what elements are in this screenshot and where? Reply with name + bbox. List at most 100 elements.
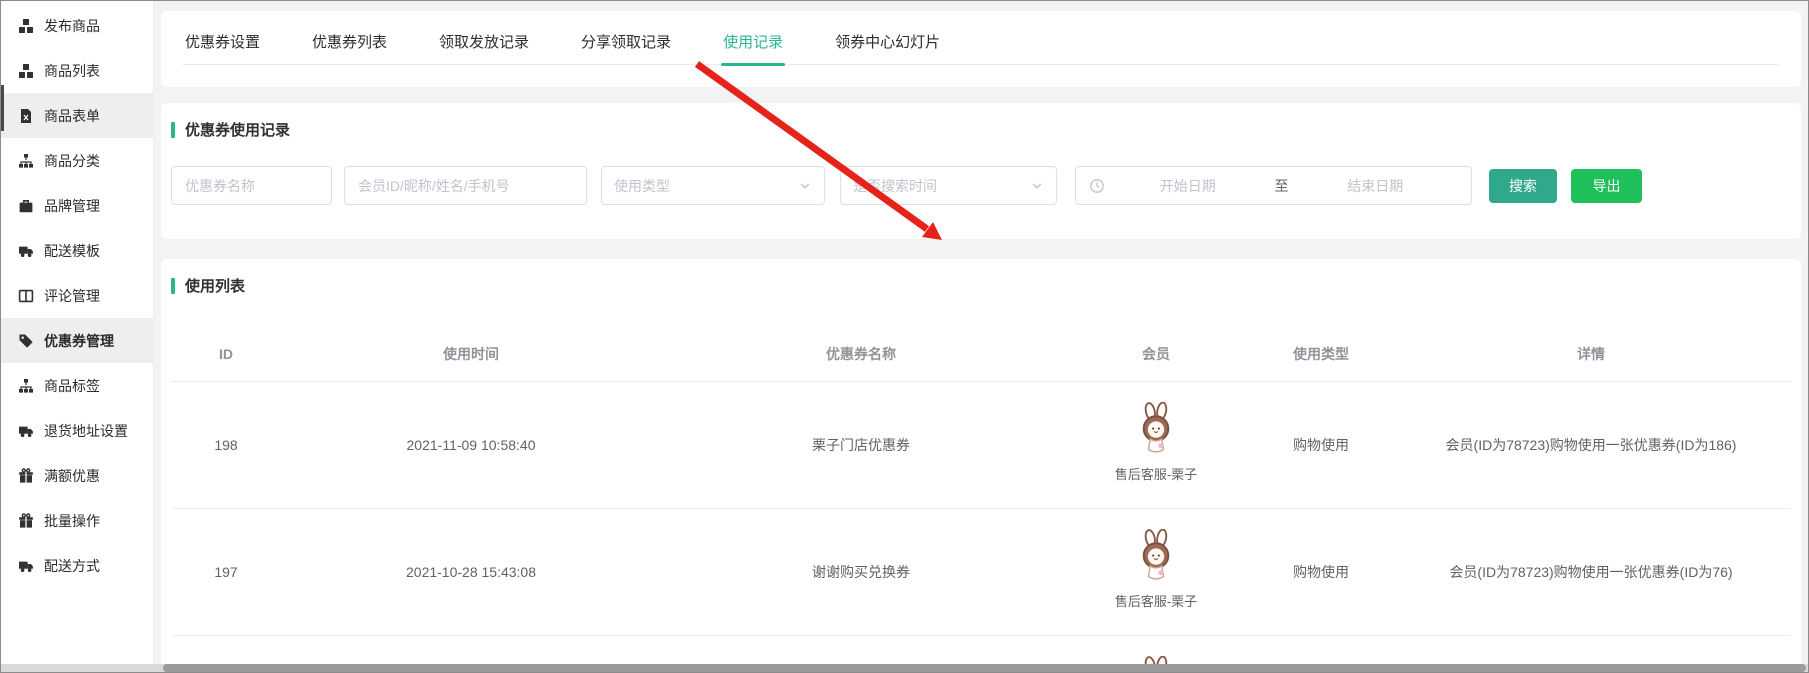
tab-3[interactable]: 分享领取记录 [579, 17, 673, 64]
column-header: 优惠券名称 [661, 326, 1061, 382]
sidebar-item-10[interactable]: 满额优惠 [1, 453, 153, 498]
rabbit-avatar [1134, 402, 1178, 459]
tab-1[interactable]: 优惠券列表 [310, 17, 389, 64]
cell-detail: 会员(ID为78723)购物使用一张优惠券(ID为76) [1391, 509, 1791, 636]
main-content: 优惠券设置 优惠券列表 领取发放记录 分享领取记录 使用记录 领券中心幻灯片 优惠券使用记… [154, 1, 1809, 672]
columns-icon [18, 288, 34, 304]
list-card: 使用列表 ID使用时间优惠券名称会员使用类型详情 1982021-11-09 1… [161, 259, 1801, 672]
sidebar-item-label: 批量操作 [44, 511, 100, 531]
cubes-icon [18, 63, 34, 79]
sidebar-item-2[interactable]: 商品表单 [1, 93, 153, 138]
member-cell: 售后客服-栗子 [1067, 529, 1245, 615]
cubes-icon [18, 18, 34, 34]
export-button[interactable]: 导出 [1571, 169, 1642, 203]
filter-row: 使用类型 是否搜索时间 开始日期 至 结束日期 搜索 导出 [171, 166, 1789, 205]
truck-icon [18, 558, 34, 574]
member-cell: 售后客服-栗子 [1067, 402, 1245, 488]
horizontal-scrollbar[interactable] [1, 664, 1808, 672]
sidebar-item-label: 商品表单 [44, 106, 100, 126]
member-name: 售后客服-栗子 [1115, 462, 1197, 488]
sidebar-item-3[interactable]: 商品分类 [1, 138, 153, 183]
sidebar-item-label: 发布商品 [44, 16, 100, 36]
search-button[interactable]: 搜索 [1489, 169, 1557, 203]
cell-id: 197 [171, 509, 281, 636]
tabs-card: 优惠券设置 优惠券列表 领取发放记录 分享领取记录 使用记录 领券中心幻灯片 [161, 11, 1801, 87]
section-accent-bar [171, 122, 175, 138]
sidebar-item-0[interactable]: 发布商品 [1, 3, 153, 48]
column-header: 使用时间 [281, 326, 661, 382]
sidebar-item-7[interactable]: 优惠券管理 [1, 318, 153, 363]
end-date-field[interactable]: 结束日期 [1293, 176, 1459, 196]
sitemap-icon [18, 153, 34, 169]
column-header: ID [171, 326, 281, 382]
app-window: 发布商品商品列表商品表单商品分类品牌管理配送模板评论管理优惠券管理商品标签退货地… [0, 0, 1809, 673]
list-title-text: 使用列表 [185, 275, 245, 296]
table-row: 1972021-10-28 15:43:08谢谢购买兑换券售后客服-栗子 购物使用… [171, 509, 1791, 636]
chevron-down-icon [1030, 179, 1044, 193]
briefcase-icon [18, 198, 34, 214]
tab-2[interactable]: 领取发放记录 [437, 17, 531, 64]
cell-id: 198 [171, 382, 281, 509]
gift-icon [18, 468, 34, 484]
cell-coupon: 栗子门店优惠券 [661, 382, 1061, 509]
use-type-placeholder: 使用类型 [614, 176, 670, 196]
member-name: 售后客服-栗子 [1115, 589, 1197, 615]
cell-time: 2021-11-09 10:58:40 [281, 382, 661, 509]
clock-icon [1089, 178, 1105, 194]
sidebar-item-label: 商品标签 [44, 376, 100, 396]
chevron-down-icon [798, 179, 812, 193]
sidebar-item-label: 评论管理 [44, 286, 100, 306]
column-header: 详情 [1391, 326, 1791, 382]
sidebar-item-12[interactable]: 配送方式 [1, 543, 153, 588]
sidebar-item-label: 商品列表 [44, 61, 100, 81]
time-search-select[interactable]: 是否搜索时间 [840, 166, 1057, 205]
cell-member: 售后客服-栗子 [1061, 382, 1251, 509]
sidebar-item-label: 配送方式 [44, 556, 100, 576]
sidebar: 发布商品商品列表商品表单商品分类品牌管理配送模板评论管理优惠券管理商品标签退货地… [1, 1, 154, 672]
truck-icon [18, 243, 34, 259]
tab-5[interactable]: 领券中心幻灯片 [833, 17, 942, 64]
sidebar-item-label: 品牌管理 [44, 196, 100, 216]
filter-section-title: 优惠券使用记录 [171, 119, 1789, 140]
rabbit-avatar [1134, 529, 1178, 586]
list-section-title: 使用列表 [171, 275, 1791, 296]
cell-type: 购物使用 [1251, 509, 1391, 636]
start-date-field[interactable]: 开始日期 [1105, 176, 1271, 196]
sidebar-item-label: 优惠券管理 [44, 331, 114, 351]
member-search-input[interactable] [344, 166, 587, 205]
table-header-row: ID使用时间优惠券名称会员使用类型详情 [171, 326, 1791, 382]
sidebar-item-label: 退货地址设置 [44, 421, 128, 441]
tabs-nav: 优惠券设置 优惠券列表 领取发放记录 分享领取记录 使用记录 领券中心幻灯片 [183, 17, 1779, 65]
sidebar-item-11[interactable]: 批量操作 [1, 498, 153, 543]
column-header: 使用类型 [1251, 326, 1391, 382]
date-separator: 至 [1271, 176, 1293, 196]
table-row: 1982021-11-09 10:58:40栗子门店优惠券售后客服-栗子 购物使用… [171, 382, 1791, 509]
gift-icon [18, 513, 34, 529]
section-accent-bar [171, 278, 175, 294]
use-type-select[interactable]: 使用类型 [601, 166, 825, 205]
tab-4[interactable]: 使用记录 [721, 17, 785, 64]
cell-type: 购物使用 [1251, 382, 1391, 509]
time-search-placeholder: 是否搜索时间 [853, 176, 937, 196]
scrollbar-thumb[interactable] [163, 664, 1806, 672]
sidebar-item-4[interactable]: 品牌管理 [1, 183, 153, 228]
tag-icon [18, 333, 34, 349]
sidebar-item-5[interactable]: 配送模板 [1, 228, 153, 273]
coupon-name-input[interactable] [171, 166, 332, 205]
date-range-picker[interactable]: 开始日期 至 结束日期 [1075, 166, 1472, 205]
truck-icon [18, 423, 34, 439]
usage-table: ID使用时间优惠券名称会员使用类型详情 1982021-11-09 10:58:… [171, 326, 1791, 672]
sidebar-item-label: 配送模板 [44, 241, 100, 261]
sidebar-item-label: 商品分类 [44, 151, 100, 171]
tab-0[interactable]: 优惠券设置 [183, 17, 262, 64]
sidebar-item-1[interactable]: 商品列表 [1, 48, 153, 93]
cell-coupon: 谢谢购买兑换券 [661, 509, 1061, 636]
column-header: 会员 [1061, 326, 1251, 382]
file-excel-icon [18, 108, 34, 124]
sidebar-item-9[interactable]: 退货地址设置 [1, 408, 153, 453]
cell-time: 2021-10-28 15:43:08 [281, 509, 661, 636]
sidebar-item-8[interactable]: 商品标签 [1, 363, 153, 408]
sidebar-item-6[interactable]: 评论管理 [1, 273, 153, 318]
sidebar-scrollbar-thumb[interactable] [1, 85, 4, 131]
filter-card: 优惠券使用记录 使用类型 是否搜索时间 开始日期 至 结束日期 [161, 103, 1801, 239]
